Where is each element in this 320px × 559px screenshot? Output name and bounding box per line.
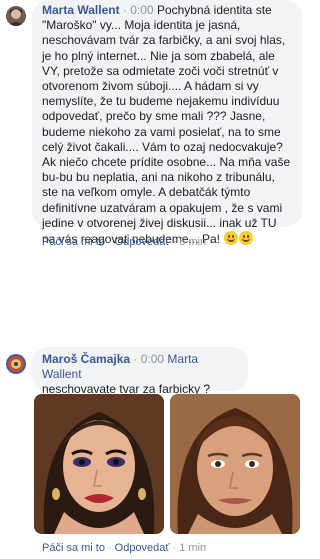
avatar-maros[interactable] — [6, 354, 26, 374]
comment-time[interactable]: 6 min — [179, 236, 206, 248]
avatar-marta[interactable] — [6, 6, 26, 26]
comment-actions: Páči sa mi to · Odpovedať · 6 min — [42, 236, 207, 248]
comment-timestamp: · 0:00 — [122, 3, 154, 17]
grinning-face-emoji — [239, 231, 254, 246]
photo-woman-no-makeup[interactable] — [170, 394, 300, 534]
like-link[interactable]: Páči sa mi to — [42, 236, 105, 248]
comment-bubble: Maroš Čamajka · 0:00 Marta Wallent nesch… — [32, 347, 248, 396]
comment-body: Pochybná identita ste "Maroško" vy... Mo… — [42, 3, 291, 247]
comment-time[interactable]: 1 min — [179, 542, 206, 554]
comment-bubble: Marta Wallent · 0:00 Pochybná identita s… — [32, 0, 302, 246]
comment-text: Maroš Čamajka · 0:00 Marta Wallent nesch… — [42, 352, 239, 398]
grinning-face-emoji — [224, 231, 239, 246]
comment-author[interactable]: Marta Wallent — [42, 3, 120, 17]
like-link[interactable]: Páči sa mi to — [42, 542, 105, 554]
comment-timestamp: · 0:00 — [133, 352, 165, 366]
photo-woman-heavy-makeup[interactable] — [34, 394, 164, 534]
comment-text: Marta Wallent · 0:00 Pochybná identita s… — [42, 3, 293, 247]
reply-link[interactable]: Odpovedať — [115, 542, 170, 554]
comment-actions: Páči sa mi to · Odpovedať · 1 min — [42, 542, 207, 554]
reply-link[interactable]: Odpovedať — [115, 236, 170, 248]
comment-author[interactable]: Maroš Čamajka — [42, 352, 130, 366]
